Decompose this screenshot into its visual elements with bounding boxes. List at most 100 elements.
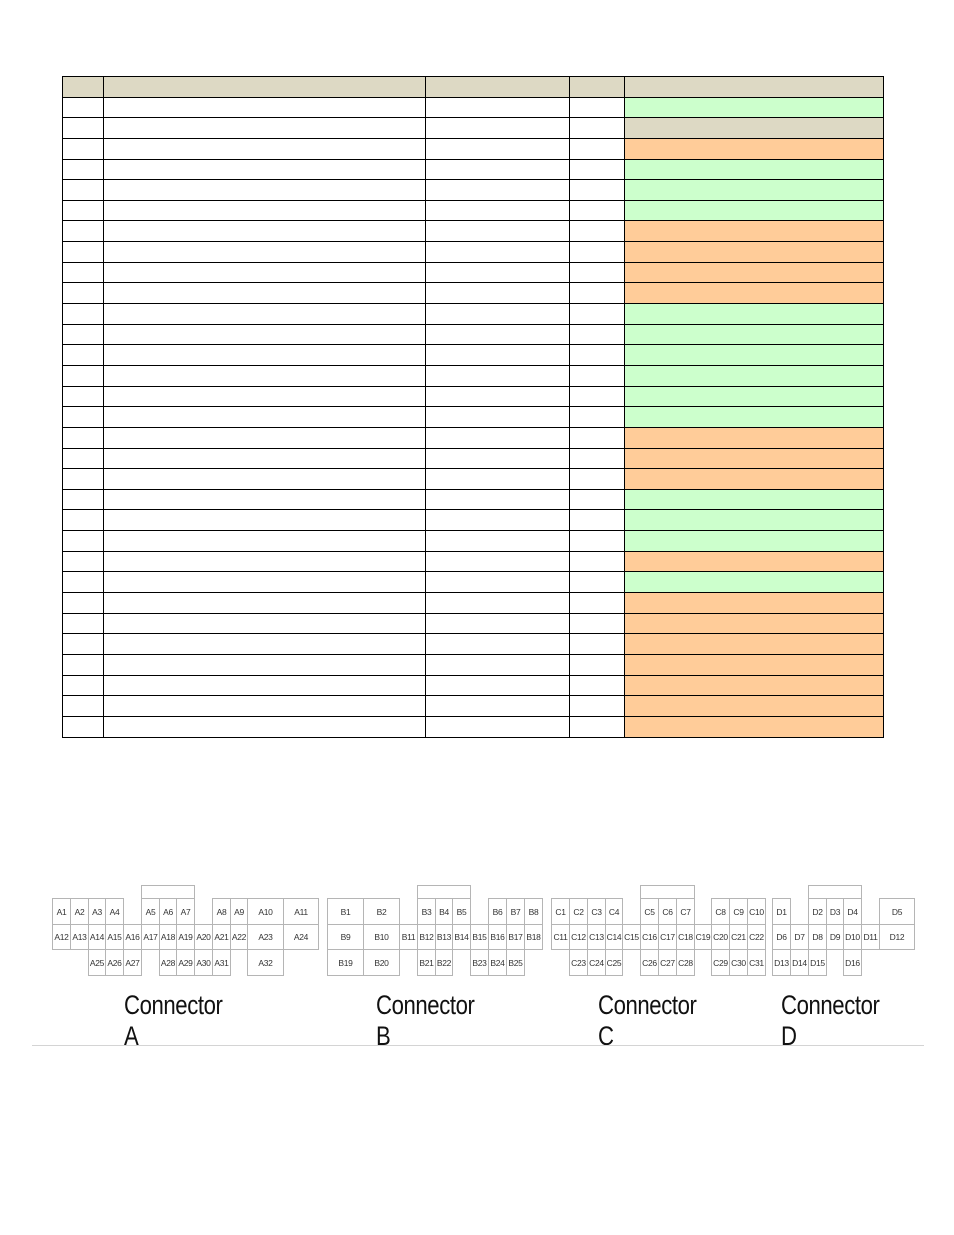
table-row: [62, 653, 884, 676]
cell-type: [569, 241, 625, 263]
pin-cell: C17: [658, 924, 677, 950]
cell-signal: [425, 550, 570, 573]
header-cell-pin: [62, 76, 104, 98]
table-row: [62, 137, 884, 160]
cell-signal: [425, 612, 570, 635]
pin-cell: A22: [230, 924, 248, 950]
cell-type: [569, 96, 625, 119]
pin-cell: A32: [247, 949, 284, 976]
pin-cell: C5: [640, 898, 659, 925]
pin-cell: A6: [159, 898, 177, 925]
pin-cell: B20: [363, 949, 400, 976]
pin-cell: A20: [194, 924, 213, 950]
cell-type: [569, 674, 625, 697]
table-header-row: [62, 76, 884, 98]
cell-type: [569, 695, 625, 717]
cell-description: [103, 261, 426, 284]
cell-description: [103, 571, 426, 594]
cell-signal: [425, 426, 570, 449]
table-row: [62, 509, 884, 532]
cell-signal: [425, 179, 570, 201]
cell-status-green: [624, 488, 884, 511]
pin-cell: A16: [123, 924, 142, 950]
pin-cell: B3: [417, 898, 436, 925]
pin-cell: C20: [711, 924, 730, 950]
pin-cell: A13: [70, 924, 89, 950]
pin-cell: D14: [790, 949, 809, 976]
cell-signal: [425, 695, 570, 717]
pin-cell: A5: [141, 898, 160, 925]
cell-pin: [62, 303, 104, 325]
pin-cell: B7: [506, 898, 525, 925]
pin-cell: B9: [327, 924, 364, 950]
cell-status-orange: [624, 674, 884, 697]
cell-pin: [62, 137, 104, 160]
cell-signal: [425, 261, 570, 284]
table-row: [62, 426, 884, 449]
cell-pin: [62, 96, 104, 119]
cell-type: [569, 571, 625, 594]
pin-cell: B2: [363, 898, 400, 925]
cell-pin: [62, 261, 104, 284]
pin-cell: D3: [826, 898, 844, 925]
cell-pin: [62, 509, 104, 532]
pin-cell: C6: [658, 898, 677, 925]
pin-cell: C10: [747, 898, 766, 925]
table-row: [62, 550, 884, 573]
pin-cell: B21: [417, 949, 436, 976]
pin-cell: C28: [676, 949, 695, 976]
pin-cell: D1: [772, 898, 791, 925]
page-divider: [32, 1045, 924, 1046]
cell-description: [103, 674, 426, 697]
pin-cell: B13: [435, 924, 453, 950]
table-row: [62, 633, 884, 655]
table-row: [62, 695, 884, 717]
pin-cell: D7: [790, 924, 809, 950]
cell-signal: [425, 199, 570, 222]
cell-status-orange: [624, 550, 884, 573]
table-row: [62, 158, 884, 181]
pin-cell: C3: [587, 898, 606, 925]
cell-type: [569, 468, 625, 490]
pin-cell: A11: [283, 898, 319, 925]
cell-signal: [425, 633, 570, 655]
cell-type: [569, 426, 625, 449]
cell-signal: [425, 674, 570, 697]
pin-cell: B24: [488, 949, 507, 976]
cell-status-green: [624, 158, 884, 181]
cell-pin: [62, 592, 104, 614]
pin-cell: D15: [808, 949, 827, 976]
pin-cell: C4: [605, 898, 623, 925]
cell-description: [103, 137, 426, 160]
cell-pin: [62, 695, 104, 717]
cell-status-orange: [624, 653, 884, 676]
cell-description: [103, 592, 426, 614]
pin-cell: C29: [711, 949, 730, 976]
cell-description: [103, 158, 426, 181]
cell-type: [569, 447, 625, 470]
table-row: [62, 406, 884, 428]
cell-type: [569, 344, 625, 366]
connector-latch: [417, 885, 471, 898]
pin-cell: B8: [524, 898, 543, 925]
cell-description: [103, 303, 426, 325]
pin-cell: D11: [861, 924, 880, 950]
cell-signal: [425, 571, 570, 594]
cell-signal: [425, 220, 570, 243]
table-row: [62, 199, 884, 222]
header-cell-status: [624, 76, 884, 98]
cell-description: [103, 282, 426, 305]
cell-status-green: [624, 344, 884, 366]
cell-type: [569, 592, 625, 614]
cell-type: [569, 282, 625, 305]
cell-type: [569, 220, 625, 243]
cell-signal: [425, 653, 570, 676]
cell-status-orange: [624, 612, 884, 635]
cell-status-orange: [624, 261, 884, 284]
cell-type: [569, 158, 625, 181]
pin-cell: B5: [452, 898, 471, 925]
pin-cell: A27: [123, 949, 142, 976]
cell-signal: [425, 323, 570, 346]
cell-pin: [62, 385, 104, 408]
cell-description: [103, 199, 426, 222]
